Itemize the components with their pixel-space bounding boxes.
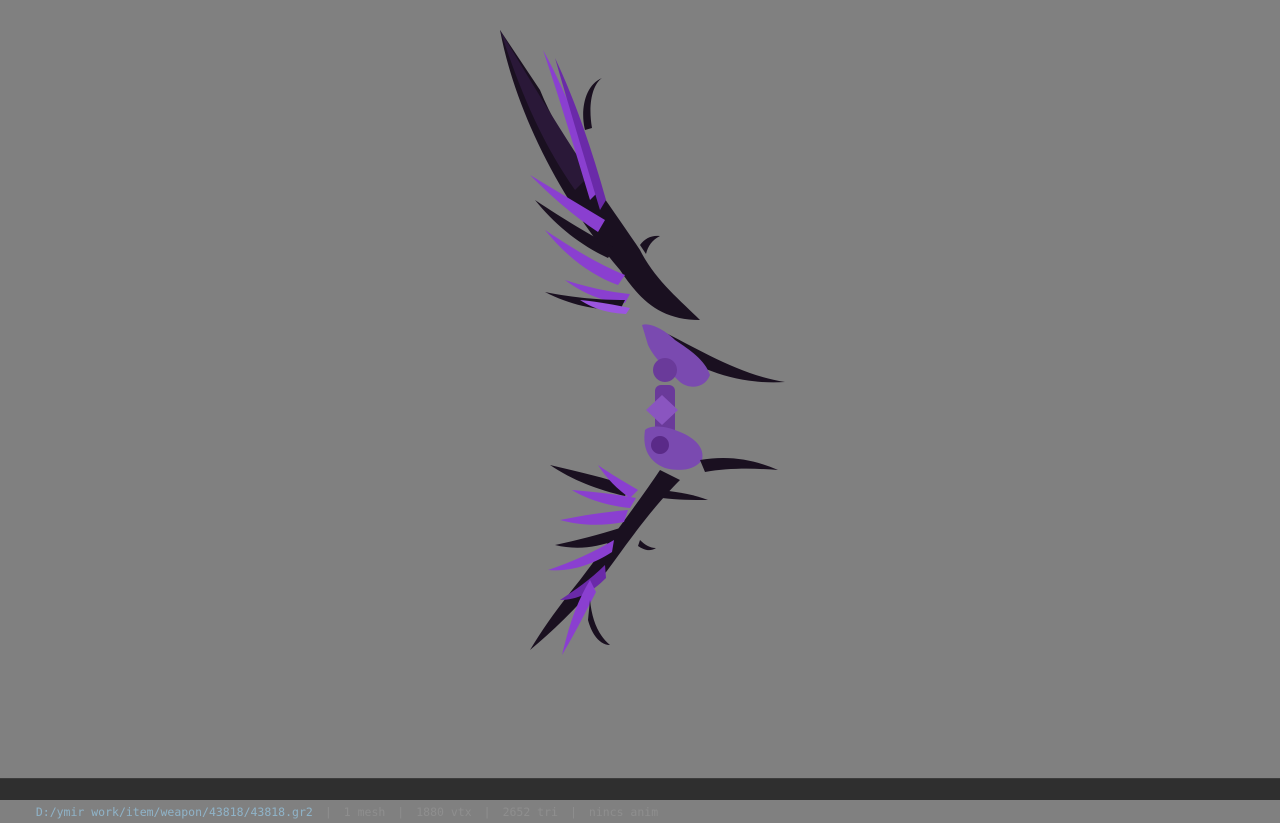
file-path: D:/ymir work/item/weapon/43818/43818.gr2 — [35, 805, 313, 819]
bow-grip — [642, 324, 710, 470]
status-bar: D:/ymir work/item/weapon/43818/43818.gr2… — [0, 778, 1280, 819]
triangle-count: 2652 tri — [502, 805, 558, 819]
mesh-count: 1 mesh — [343, 805, 386, 819]
upper-wing — [500, 30, 785, 383]
vertex-count: 1880 vtx — [416, 805, 472, 819]
anim-status: nincs anim — [588, 805, 659, 819]
lower-wing — [530, 458, 778, 655]
separator: | — [569, 805, 577, 819]
separator: | — [483, 805, 491, 819]
separator: | — [324, 805, 332, 819]
winged-bow-model — [500, 30, 785, 655]
3d-viewport[interactable] — [0, 0, 1280, 778]
separator: | — [397, 805, 405, 819]
